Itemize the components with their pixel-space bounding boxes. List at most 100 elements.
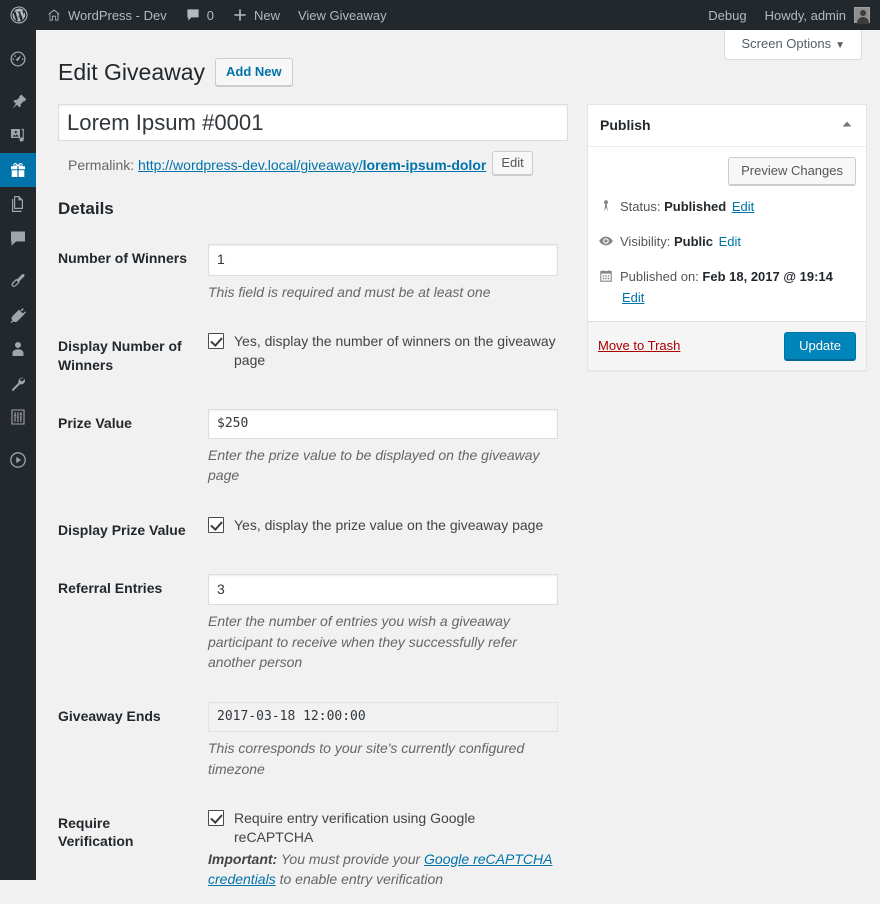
row-referral-entries: Referral Entries Enter the number of ent…: [58, 559, 568, 687]
plug-icon: [8, 305, 28, 325]
row-display-number-of-winners: Display Number of Winners Yes, display t…: [58, 317, 568, 393]
sliders-icon: [8, 407, 28, 427]
sidebar-item-media[interactable]: [0, 119, 36, 153]
row-number-of-winners: Number of Winners This field is required…: [58, 229, 568, 317]
require-verification-checkbox-row[interactable]: Require entry verification using Google …: [208, 809, 558, 847]
permalink-link[interactable]: http://wordpress-dev.local/giveaway/lore…: [138, 157, 486, 173]
collapse-arrow-icon: [8, 450, 28, 470]
row-require-verification: Require Verification Require entry verif…: [58, 794, 568, 904]
avatar: [854, 7, 870, 24]
sidebar-item-giveaways[interactable]: [0, 153, 44, 187]
row-display-prize-value: Display Prize Value Yes, display the pri…: [58, 501, 568, 559]
sidebar-item-posts[interactable]: [0, 85, 36, 119]
label-number-of-winners: Number of Winners: [58, 250, 187, 267]
field-display-prize-value: Yes, display the prize value on the give…: [198, 501, 568, 559]
menu-top-spacer: [0, 30, 36, 42]
require-verification-checkbox[interactable]: [208, 809, 224, 826]
display-prize-value-checkbox[interactable]: [208, 516, 224, 533]
page-title-row: Edit Giveaway Add New: [58, 40, 860, 92]
visibility-text: Visibility: Public Edit: [620, 232, 741, 253]
edit-published-date-link[interactable]: Edit: [622, 290, 644, 305]
gift-icon: [8, 160, 28, 180]
media-icon: [8, 126, 28, 146]
display-winners-checkbox-row[interactable]: Yes, display the number of winners on th…: [208, 332, 558, 370]
permalink-label: Permalink:: [68, 157, 135, 174]
field-giveaway-ends: This corresponds to your site's currentl…: [198, 687, 568, 794]
debug-menu[interactable]: Debug: [699, 0, 755, 30]
add-new-button[interactable]: Add New: [215, 58, 293, 87]
comment-bubble-icon: [185, 7, 201, 23]
sidebar-item-appearance[interactable]: [0, 264, 36, 298]
user-icon: [8, 339, 28, 359]
wordpress-logo-icon: [10, 6, 28, 24]
calendar-icon: [598, 267, 618, 284]
menu-separator: [0, 76, 36, 85]
edit-visibility-link[interactable]: Edit: [719, 234, 741, 249]
my-account-menu[interactable]: Howdy, admin: [756, 0, 880, 30]
pin-icon: [8, 92, 28, 112]
comments-menu[interactable]: 0: [176, 0, 223, 30]
status-label: Status:: [620, 199, 661, 215]
view-giveaway-label: View Giveaway: [297, 7, 387, 23]
desc-before: You must provide your: [277, 850, 425, 867]
body-content: Edit Giveaway Add New Permalink: http://…: [36, 30, 880, 904]
published-label: Published on:: [620, 269, 699, 285]
number-of-winners-input[interactable]: [208, 244, 558, 277]
field-prize-value: Enter the prize value to be displayed on…: [198, 394, 568, 501]
status-value: Published: [664, 199, 727, 215]
permalink-base: http://wordpress-dev.local/giveaway/: [138, 157, 363, 174]
menu-separator: [0, 255, 36, 264]
sidebar-item-comments[interactable]: [0, 221, 36, 255]
admin-sidebar-menu: [0, 30, 44, 880]
post-status-row: Status: Published Edit: [588, 191, 866, 226]
edit-giveaway-wrap: Edit Giveaway Add New Permalink: http://…: [58, 40, 867, 904]
wordpress-logo-menu[interactable]: [0, 0, 37, 30]
post-body-content: Permalink: http://wordpress-dev.local/gi…: [58, 103, 568, 904]
giveaway-ends-input[interactable]: [208, 702, 558, 733]
sidebar-item-plugins[interactable]: [0, 298, 36, 332]
field-number-of-winners: This field is required and must be at le…: [198, 229, 568, 317]
collapse-menu-button[interactable]: [0, 443, 36, 477]
update-button[interactable]: Update: [784, 331, 856, 360]
sidebar-item-tools[interactable]: [0, 366, 36, 400]
sidebar-item-dashboard[interactable]: [0, 42, 36, 76]
preview-changes-button[interactable]: Preview Changes: [728, 157, 856, 186]
sidebar-item-users[interactable]: [0, 332, 36, 366]
menu-separator: [0, 434, 36, 443]
post-title-input[interactable]: [58, 103, 568, 142]
page-title: Edit Giveaway: [58, 59, 206, 85]
label-giveaway-ends: Giveaway Ends: [58, 708, 161, 725]
edit-status-link[interactable]: Edit: [732, 199, 754, 214]
label-display-number-of-winners: Display Number of Winners: [58, 338, 182, 373]
display-number-of-winners-checkbox[interactable]: [208, 333, 224, 350]
row-prize-value: Prize Value Enter the prize value to be …: [58, 394, 568, 501]
home-icon: [46, 7, 62, 23]
field-require-verification: Require entry verification using Google …: [198, 794, 568, 904]
publish-metabox-body: Preview Changes Status: Published Edit V…: [588, 147, 866, 370]
plus-icon: [232, 7, 248, 23]
comment-bubble-icon: [8, 228, 28, 248]
visibility-row: Visibility: Public Edit: [588, 226, 866, 261]
referral-entries-input[interactable]: [208, 573, 558, 606]
site-name-menu[interactable]: WordPress - Dev: [37, 0, 176, 30]
require-verification-label: Require entry verification using Google …: [234, 809, 476, 845]
new-content-menu[interactable]: New: [223, 0, 289, 30]
published-on-row: Published on: Feb 18, 2017 @ 19:14 Edit: [588, 261, 866, 317]
view-giveaway-link[interactable]: View Giveaway: [289, 0, 396, 30]
prize-value-input[interactable]: [208, 408, 558, 439]
move-to-trash-link[interactable]: Move to Trash: [598, 338, 680, 353]
admin-bar: WordPress - Dev 0 New View Giveaway Debu…: [0, 0, 880, 30]
comments-count: 0: [206, 7, 214, 23]
sidebar-item-pages[interactable]: [0, 187, 36, 221]
minor-publishing-actions: Preview Changes: [588, 147, 866, 186]
chevron-up-icon[interactable]: [840, 119, 854, 132]
sidebar-item-settings[interactable]: [0, 400, 36, 434]
description-require-verification: Important: You must provide your Google …: [208, 849, 553, 890]
display-prize-checkbox-row[interactable]: Yes, display the prize value on the give…: [208, 516, 558, 535]
description-giveaway-ends: This corresponds to your site's currentl…: [208, 740, 525, 777]
publish-metabox-header: Publish: [588, 105, 866, 148]
permalink-row: Permalink: http://wordpress-dev.local/gi…: [58, 141, 568, 177]
paintbrush-icon: [8, 271, 28, 291]
visibility-value: Public: [673, 234, 713, 250]
edit-slug-button[interactable]: Edit: [492, 151, 533, 176]
